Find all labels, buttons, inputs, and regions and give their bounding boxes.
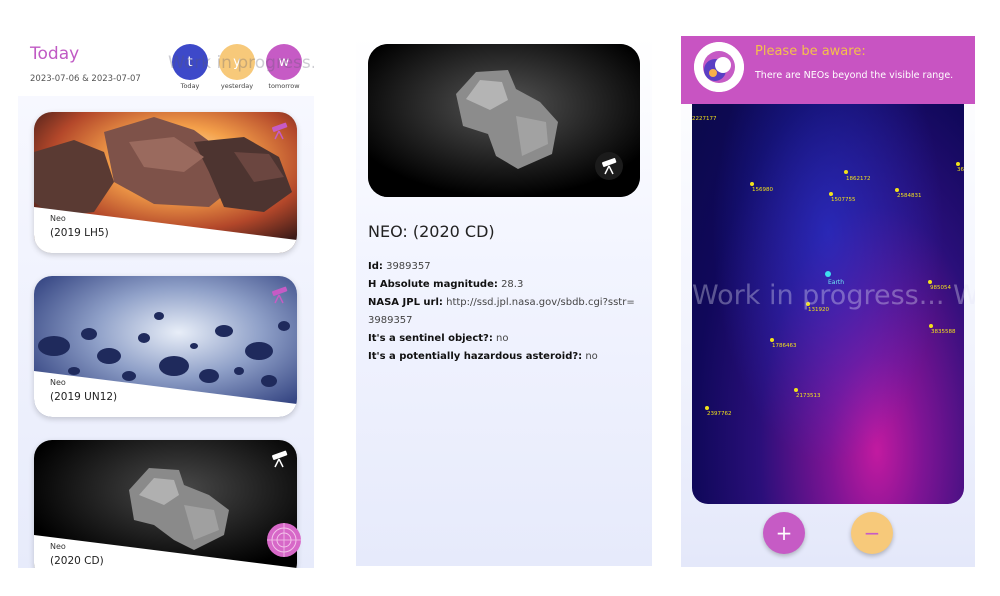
radar-icon[interactable] bbox=[266, 522, 302, 558]
neo-info: Id: 3989357 H Absolute magnitude: 28.3 N… bbox=[368, 258, 638, 366]
magnitude-value: 28.3 bbox=[501, 279, 524, 290]
hazardous-value: no bbox=[585, 351, 598, 362]
neo-marker-label: 1507755 bbox=[831, 197, 856, 203]
neo-marker-label: 36 bbox=[957, 167, 964, 173]
neo-marker-label: 1862172 bbox=[846, 176, 871, 182]
page-title: Today bbox=[30, 44, 80, 64]
sentinel-label: It's a sentinel object?: bbox=[368, 333, 493, 344]
neo-name: (2019 UN12) bbox=[50, 391, 118, 403]
neo-card[interactable]: Neo (2020 CD) bbox=[34, 440, 297, 568]
id-value: 3989357 bbox=[386, 261, 431, 272]
app-logo-icon bbox=[694, 42, 744, 92]
alert-title: Please be aware: bbox=[755, 44, 866, 59]
yesterday-label: yesterday bbox=[220, 82, 254, 90]
neo-title: NEO: (2020 CD) bbox=[368, 222, 495, 241]
neo-marker-label: 3835588 bbox=[931, 329, 956, 335]
neo-marker[interactable] bbox=[956, 162, 960, 166]
zoom-out-button[interactable]: − bbox=[851, 512, 893, 554]
neo-marker[interactable] bbox=[705, 406, 709, 410]
work-in-progress-watermark: Work in progress... Wo bbox=[692, 280, 975, 311]
work-in-progress-watermark: Work in progress... bbox=[168, 53, 314, 73]
telescope-icon[interactable] bbox=[594, 151, 624, 181]
zoom-in-button[interactable]: + bbox=[763, 512, 805, 554]
telescope-icon[interactable] bbox=[269, 450, 291, 468]
neo-marker[interactable] bbox=[794, 388, 798, 392]
neo-marker-label: 2173513 bbox=[796, 393, 821, 399]
neo-marker-label: 2584831 bbox=[897, 193, 922, 199]
neo-card[interactable]: Neo (2019 LH5) bbox=[34, 112, 297, 253]
neo-detail-image bbox=[368, 44, 640, 197]
neo-detail-screen: NEO: (2020 CD) Id: 3989357 H Absolute ma… bbox=[356, 36, 652, 566]
neo-marker[interactable] bbox=[750, 182, 754, 186]
neo-list-screen: Today 2023-07-06 & 2023-07-07 t y w Toda… bbox=[18, 36, 314, 568]
neo-kind-label: Neo bbox=[50, 378, 66, 387]
tomorrow-label: tomorrow bbox=[268, 82, 300, 90]
hazardous-label: It's a potentially hazardous asteroid?: bbox=[368, 351, 583, 362]
neo-name: (2019 LH5) bbox=[50, 227, 109, 239]
alert-text: There are NEOs beyond the visible range. bbox=[755, 70, 954, 81]
neo-card[interactable]: Neo (2019 UN12) bbox=[34, 276, 297, 417]
telescope-icon[interactable] bbox=[269, 122, 291, 140]
neo-name: (2020 CD) bbox=[50, 555, 104, 567]
neo-marker[interactable] bbox=[844, 170, 848, 174]
alert-banner: Please be aware: There are NEOs beyond t… bbox=[681, 36, 975, 104]
neo-marker[interactable] bbox=[929, 324, 933, 328]
magnitude-label: H Absolute magnitude: bbox=[368, 279, 498, 290]
neo-marker[interactable] bbox=[829, 192, 833, 196]
neo-marker[interactable] bbox=[770, 338, 774, 342]
sentinel-value: no bbox=[496, 333, 509, 344]
jpl-url-label: NASA JPL url: bbox=[368, 297, 443, 308]
neo-marker[interactable] bbox=[895, 188, 899, 192]
today-label: Today bbox=[180, 82, 200, 90]
telescope-icon[interactable] bbox=[269, 286, 291, 304]
neo-map-screen: 2227177 1862172 156980 1507755 2584831 3… bbox=[681, 36, 975, 567]
neo-marker-label: 156980 bbox=[752, 187, 773, 193]
neo-marker-label: 2227177 bbox=[692, 116, 717, 122]
earth-marker[interactable] bbox=[825, 271, 831, 277]
date-range: 2023-07-06 & 2023-07-07 bbox=[30, 74, 141, 84]
neo-kind-label: Neo bbox=[50, 542, 66, 551]
neo-marker-label: 1786463 bbox=[772, 343, 797, 349]
id-label: Id: bbox=[368, 261, 383, 272]
neo-kind-label: Neo bbox=[50, 214, 66, 223]
neo-marker-label: 2397762 bbox=[707, 411, 732, 417]
comet-image bbox=[34, 440, 297, 568]
